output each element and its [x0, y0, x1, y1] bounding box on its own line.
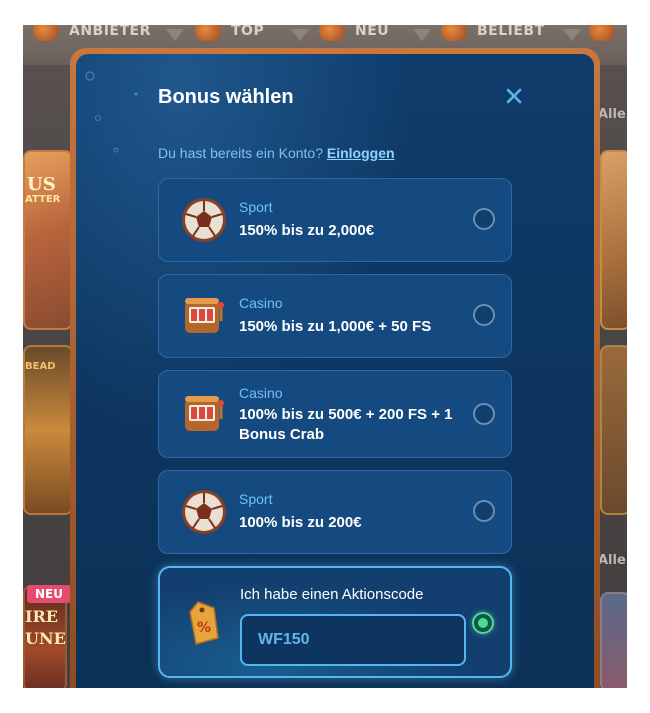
bonus-offer: 150% bis zu 2,000€ [239, 222, 375, 239]
bonus-offer: 100% bis zu 500€ + 200 FS + 1 Bonus Crab [239, 406, 453, 443]
promo-code-option[interactable]: % Ich habe einen Aktionscode [158, 566, 512, 678]
game-tile-subtitle: ATTER [25, 194, 61, 205]
bonus-option-casino-1[interactable]: Casino 150% bis zu 1,000€ + 50 FS [158, 274, 512, 358]
game-tile[interactable] [600, 345, 627, 515]
game-tile[interactable]: BEAD [23, 345, 73, 515]
bonus-category: Sport [239, 199, 273, 215]
game-tile-subtitle: UNE [25, 629, 66, 648]
bonus-modal-content: Bonus wählen Du hast bereits ein Konto? … [76, 29, 594, 683]
svg-text:%: % [197, 620, 211, 636]
discount-tag-icon: % [189, 601, 219, 645]
promo-code-input[interactable] [240, 614, 466, 666]
login-prompt: Du hast bereits ein Konto? Einloggen [158, 145, 395, 161]
bonus-radio[interactable] [473, 403, 495, 425]
game-tile-title: US [27, 174, 56, 195]
bonus-category: Casino [239, 295, 283, 311]
slot-machine-icon [185, 298, 224, 333]
bonus-option-sport-1[interactable]: Sport 150% bis zu 2,000€ [158, 178, 512, 262]
login-link[interactable]: Einloggen [327, 145, 395, 161]
bonus-offer: 150% bis zu 1,000€ + 50 FS [239, 318, 432, 335]
new-badge: NEU [27, 585, 71, 603]
bonus-category: Sport [239, 491, 273, 507]
bonus-offer: 100% bis zu 200€ [239, 514, 362, 531]
game-tile[interactable] [600, 592, 627, 688]
bonus-radio[interactable] [473, 208, 495, 230]
bonus-radio[interactable] [473, 500, 495, 522]
bonus-option-casino-2[interactable]: Casino 100% bis zu 500€ + 200 FS + 1 Bon… [158, 370, 512, 458]
promo-code-label: Ich habe einen Aktionscode [240, 586, 424, 603]
game-tile[interactable]: US ATTER [23, 150, 73, 330]
modal-title: Bonus wählen [158, 86, 294, 108]
close-button[interactable] [501, 83, 527, 109]
close-icon [506, 88, 522, 104]
game-tile[interactable] [600, 150, 627, 330]
see-all-link[interactable]: Alle [598, 553, 626, 568]
bonus-radio[interactable] [473, 304, 495, 326]
game-tile-title: BEAD [25, 361, 56, 372]
login-prompt-text: Du hast bereits ein Konto? [158, 145, 323, 161]
bonus-option-sport-2[interactable]: Sport 100% bis zu 200€ [158, 470, 512, 554]
bonus-category: Casino [239, 385, 283, 401]
promo-radio[interactable] [472, 612, 494, 634]
providers-icon [33, 25, 59, 41]
game-tile-title: IRE [25, 607, 58, 626]
see-all-link[interactable]: Alle [598, 107, 626, 122]
soccer-ball-icon [182, 198, 226, 242]
soccer-ball-icon [182, 490, 226, 534]
slot-machine-icon [185, 396, 224, 431]
